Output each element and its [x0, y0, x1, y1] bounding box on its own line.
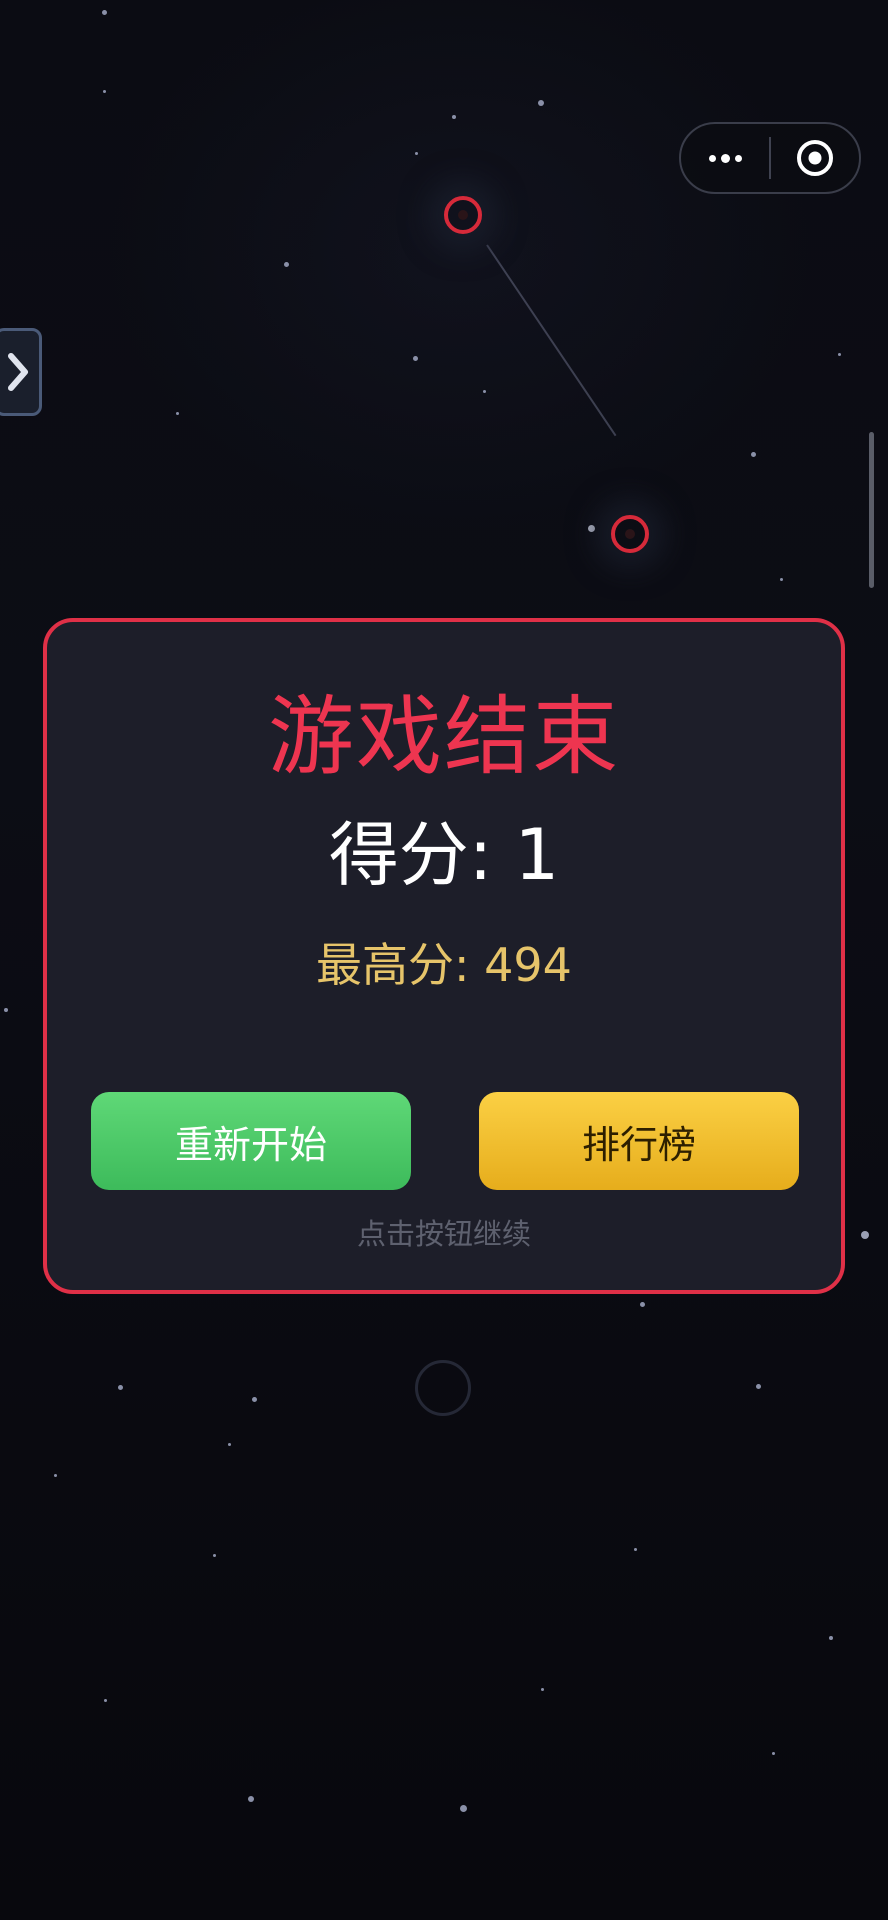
current-score: 得分: 1 [328, 814, 560, 896]
best-score: 最高分: 494 [316, 938, 572, 992]
scrollbar[interactable] [869, 432, 874, 588]
continue-hint: 点击按钮继续 [356, 1217, 531, 1251]
leaderboard-button[interactable]: 排行榜 [479, 1092, 799, 1190]
menu-capsule [679, 122, 861, 194]
side-drawer-tab[interactable] [0, 328, 42, 416]
target-circle-icon[interactable] [771, 138, 859, 178]
restart-button[interactable]: 重新开始 [91, 1092, 411, 1190]
node-connector-line [486, 244, 617, 437]
red-node-lower [611, 515, 649, 553]
more-dots-icon[interactable] [681, 153, 769, 163]
game-over-title: 游戏结束 [268, 687, 620, 787]
game-over-dialog: 游戏结束 得分: 1 最高分: 494 重新开始 排行榜 点击按钮继续 [43, 618, 845, 1294]
game-canvas[interactable]: 游戏结束 得分: 1 最高分: 494 重新开始 排行榜 点击按钮继续 [0, 0, 888, 1920]
chevron-right-icon [8, 353, 28, 391]
red-node-upper [444, 196, 482, 234]
faded-ring-marker [415, 1360, 471, 1416]
